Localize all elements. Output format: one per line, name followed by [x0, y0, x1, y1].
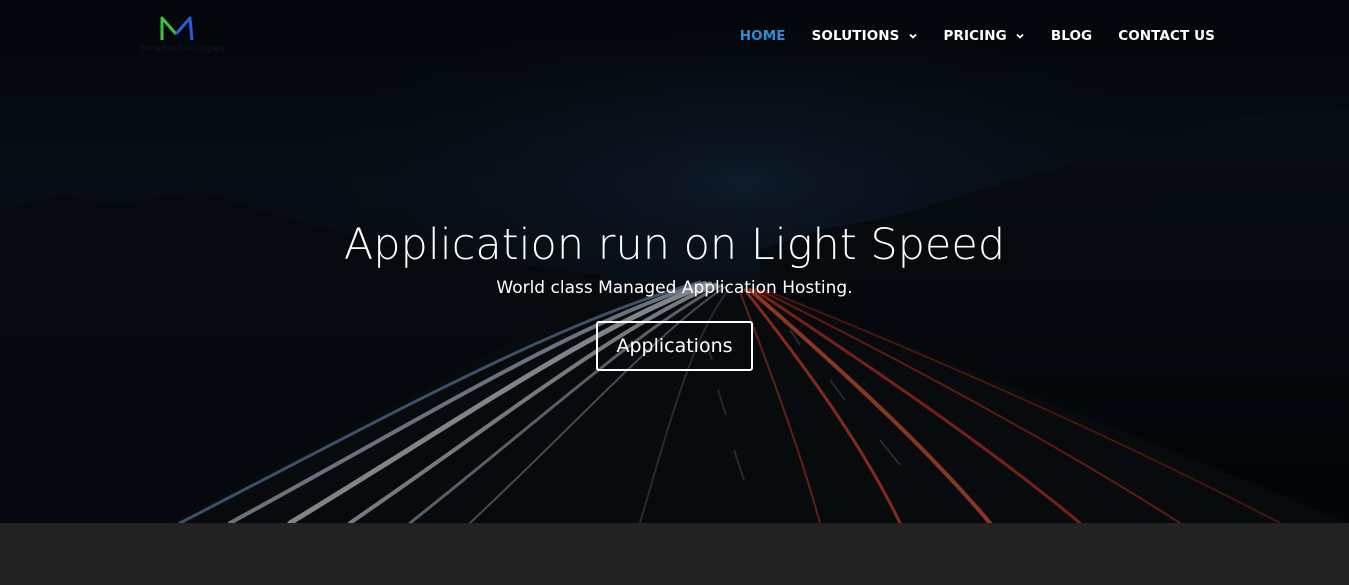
nav-pricing-label: PRICING: [943, 28, 1007, 44]
nav-contact-us-label: CONTACT US: [1118, 28, 1215, 44]
section-divider-band: [0, 523, 1349, 585]
logo-text: Smaltechnologies: [140, 44, 225, 54]
m-logo-icon: [160, 16, 194, 41]
hero-subtitle: World class Managed Application Hosting.: [496, 278, 853, 298]
hero-section: Smaltechnologies HOME SOLUTIONS PRICING …: [0, 0, 1349, 523]
site-logo[interactable]: Smaltechnologies: [140, 14, 225, 56]
nav-home-label: HOME: [739, 28, 786, 44]
nav-solutions-label: SOLUTIONS: [811, 28, 900, 44]
hero-title: Application run on Light Speed: [343, 220, 1006, 270]
applications-button[interactable]: Applications: [596, 321, 753, 371]
chevron-down-icon: [1016, 33, 1024, 39]
chevron-down-icon: [908, 33, 917, 39]
nav-home[interactable]: HOME: [740, 26, 786, 46]
nav-solutions[interactable]: SOLUTIONS: [812, 26, 918, 46]
nav-pricing[interactable]: PRICING: [944, 26, 1025, 46]
nav-blog[interactable]: BLOG: [1051, 26, 1092, 46]
main-navigation: HOME SOLUTIONS PRICING BLOG CONTACT US: [714, 26, 1215, 46]
nav-contact-us[interactable]: CONTACT US: [1118, 26, 1215, 46]
nav-blog-label: BLOG: [1050, 28, 1093, 44]
